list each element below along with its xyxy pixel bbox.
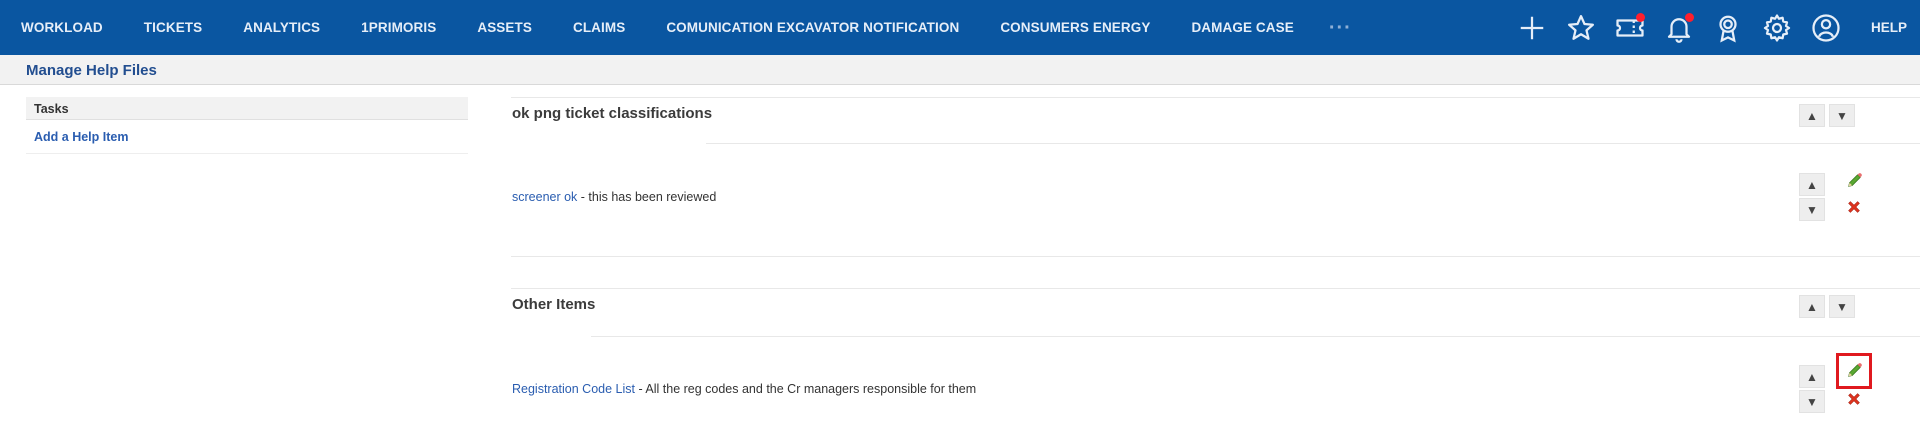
item-move-up-button[interactable]: ▲ — [1799, 173, 1825, 196]
section-move-down-button[interactable]: ▼ — [1829, 295, 1855, 318]
help-item-description: - All the reg codes and the Cr managers … — [634, 382, 977, 396]
list-item: Registration Code List - All the reg cod… — [512, 382, 976, 396]
divider — [511, 288, 1920, 289]
help-item-description: - this has been reviewed — [577, 190, 717, 204]
nav-comunication-excavator-notification[interactable]: COMUNICATION EXCAVATOR NOTIFICATION — [666, 20, 959, 35]
delete-x-icon[interactable] — [1844, 197, 1864, 217]
nav-1primoris[interactable]: 1PRIMORIS — [361, 20, 436, 35]
award-icon[interactable] — [1711, 11, 1745, 45]
page-title: Manage Help Files — [26, 62, 157, 79]
more-menu-icon[interactable]: ··· — [1329, 18, 1352, 38]
nav-consumers-energy[interactable]: CONSUMERS ENERGY — [1000, 20, 1150, 35]
nav-tickets[interactable]: TICKETS — [144, 20, 202, 35]
nav-icon-group — [1515, 0, 1858, 55]
delete-x-icon[interactable] — [1844, 389, 1864, 409]
plus-icon[interactable] — [1515, 11, 1549, 45]
item-move-down-button[interactable]: ▼ — [1799, 198, 1825, 221]
star-icon[interactable] — [1564, 11, 1598, 45]
help-item-link[interactable]: screener ok — [512, 190, 577, 204]
top-nav: WORKLOAD TICKETS ANALYTICS 1PRIMORIS ASS… — [0, 0, 1920, 55]
nav-analytics[interactable]: ANALYTICS — [243, 20, 320, 35]
edit-pencil-icon[interactable] — [1844, 361, 1864, 381]
divider — [706, 143, 1920, 144]
help-item-link[interactable]: Registration Code List — [512, 382, 635, 396]
tasks-header: Tasks — [26, 97, 468, 120]
nav-claims[interactable]: CLAIMS — [573, 20, 625, 35]
nav-workload[interactable]: WORKLOAD — [21, 20, 103, 35]
section-move-up-button[interactable]: ▲ — [1799, 104, 1825, 127]
ticket-badge — [1636, 12, 1645, 22]
add-help-item-link[interactable]: Add a Help Item — [26, 120, 468, 154]
item-move-down-button[interactable]: ▼ — [1799, 390, 1825, 413]
divider — [591, 336, 1920, 337]
bell-badge — [1685, 12, 1694, 22]
divider — [511, 97, 1920, 98]
title-bar: Manage Help Files — [0, 55, 1920, 85]
user-icon[interactable] — [1809, 11, 1843, 45]
tasks-panel: Tasks Add a Help Item — [26, 97, 468, 154]
nav-damage-case[interactable]: DAMAGE CASE — [1191, 20, 1293, 35]
item-move-up-button[interactable]: ▲ — [1799, 365, 1825, 388]
gear-icon[interactable] — [1760, 11, 1794, 45]
section-title: ok png ticket classifications — [512, 105, 713, 122]
section-title: Other Items — [512, 296, 596, 313]
divider — [511, 256, 1920, 257]
section-move-down-button[interactable]: ▼ — [1829, 104, 1855, 127]
bell-icon[interactable] — [1662, 11, 1696, 45]
section-move-up-button[interactable]: ▲ — [1799, 295, 1825, 318]
nav-assets[interactable]: ASSETS — [477, 20, 532, 35]
nav-menu: WORKLOAD TICKETS ANALYTICS 1PRIMORIS ASS… — [0, 0, 1352, 55]
ticket-icon[interactable] — [1613, 11, 1647, 45]
help-link[interactable]: HELP — [1871, 20, 1907, 35]
edit-pencil-icon[interactable] — [1844, 171, 1864, 191]
list-item: screener ok - this has been reviewed — [512, 190, 716, 204]
